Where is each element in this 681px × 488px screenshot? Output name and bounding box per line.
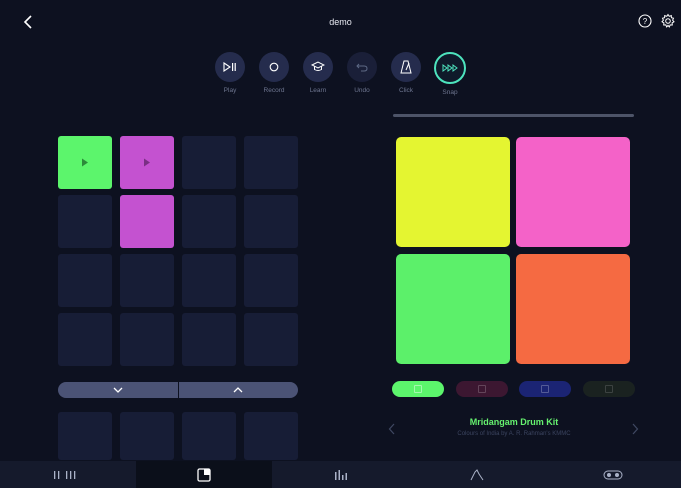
kit-button-dark[interactable] [582, 381, 635, 397]
top-bar: demo ? [0, 0, 681, 44]
tab-effects[interactable] [409, 461, 545, 488]
undo-icon [356, 63, 368, 72]
play-button[interactable]: Play [214, 52, 246, 102]
drum-pads [396, 137, 631, 364]
square-icon [477, 385, 486, 393]
kit-selector [392, 381, 635, 397]
tab-mixer[interactable] [272, 461, 408, 488]
kit-button-blue[interactable] [519, 381, 572, 397]
pads-icon [197, 467, 211, 482]
gear-icon [661, 13, 675, 28]
square-icon [604, 385, 613, 393]
loop-cell-empty[interactable] [182, 136, 236, 189]
learn-button[interactable]: Learn [302, 52, 334, 102]
snap-button[interactable]: Snap [434, 52, 466, 102]
tab-settings[interactable] [545, 461, 681, 488]
loop-cell-empty[interactable] [58, 195, 112, 248]
record-button[interactable]: Record [258, 52, 290, 102]
scroll-down-button[interactable] [58, 382, 178, 398]
play-button-circle [215, 52, 245, 82]
square-icon [414, 385, 422, 393]
loop-cell-empty[interactable] [244, 136, 298, 189]
square-icon [541, 385, 550, 393]
bottom-tab-bar [0, 461, 681, 488]
tab-pads[interactable] [136, 461, 273, 488]
envelope-icon [470, 468, 484, 480]
loop-cell-empty[interactable] [58, 412, 112, 460]
loop-cell-empty[interactable] [58, 254, 112, 307]
loop-cell-empty[interactable] [120, 412, 174, 460]
kit-button-magenta[interactable] [455, 381, 508, 397]
loop-cell-empty[interactable] [182, 313, 236, 366]
chevron-right-icon [632, 423, 639, 435]
drum-pad-yellow[interactable] [396, 137, 510, 247]
record-button-circle [259, 52, 289, 82]
play-icon [144, 158, 150, 167]
loop-cell-empty[interactable] [182, 195, 236, 248]
chevron-up-icon [233, 387, 243, 393]
chevron-down-icon [113, 387, 123, 393]
click-label: Click [398, 87, 414, 94]
loop-cell-empty[interactable] [244, 254, 298, 307]
undo-button[interactable]: Undo [346, 52, 378, 102]
drum-pad-orange[interactable] [516, 254, 630, 364]
loop-cell-empty[interactable] [244, 412, 298, 460]
loop-grid [58, 136, 298, 366]
toggle-icon [603, 470, 623, 479]
snap-icon [442, 64, 458, 72]
loop-cell-empty[interactable] [182, 412, 236, 460]
kit-subtitle: Colours of India by A. R. Rahman's KMMC [457, 431, 571, 437]
kit-button-green[interactable] [392, 381, 444, 397]
loop-cell-empty[interactable] [244, 195, 298, 248]
play-label: Play [223, 87, 237, 94]
learn-button-circle [303, 52, 333, 82]
settings-button[interactable] [660, 13, 676, 29]
transport-controls: Play Record Learn Undo Click Snap [214, 52, 466, 102]
play-pause-icon [223, 62, 236, 72]
drum-pad-pink[interactable] [516, 137, 630, 247]
metronome-icon [400, 60, 412, 74]
undo-button-circle [347, 52, 377, 82]
record-icon [269, 62, 279, 72]
undo-label: Undo [354, 87, 370, 94]
click-button-circle [391, 52, 421, 82]
grid-scroll-control [58, 382, 298, 398]
loop-progress-bar [393, 114, 634, 117]
snap-label: Snap [442, 89, 458, 96]
scroll-up-button[interactable] [179, 382, 299, 398]
loop-cell-playing[interactable] [58, 136, 112, 189]
tab-sequencer[interactable] [0, 461, 136, 488]
loop-cell-empty[interactable] [58, 313, 112, 366]
svg-text:?: ? [643, 17, 648, 26]
play-icon [82, 158, 88, 167]
snap-button-circle [434, 52, 466, 84]
loop-grid-overflow [58, 412, 298, 460]
graduation-cap-icon [311, 61, 325, 71]
kit-info: Mridangam Drum Kit Colours of India by A… [385, 414, 643, 444]
help-button[interactable]: ? [638, 14, 652, 28]
help-circle-icon: ? [638, 14, 652, 28]
drum-pad-green[interactable] [396, 254, 510, 364]
song-title: demo [329, 17, 352, 27]
learn-label: Learn [309, 87, 327, 94]
loop-cell-playing[interactable] [120, 136, 174, 189]
loop-cell-loaded[interactable] [120, 195, 174, 248]
loop-cell-empty[interactable] [120, 313, 174, 366]
record-label: Record [263, 87, 285, 94]
loop-cell-empty[interactable] [182, 254, 236, 307]
loop-cell-empty[interactable] [120, 254, 174, 307]
mixer-icon [334, 469, 347, 480]
kit-name: Mridangam Drum Kit [469, 417, 559, 427]
next-kit-button[interactable] [631, 422, 643, 436]
click-button[interactable]: Click [390, 52, 422, 102]
loop-cell-empty[interactable] [244, 313, 298, 366]
bars-icon [54, 470, 76, 479]
